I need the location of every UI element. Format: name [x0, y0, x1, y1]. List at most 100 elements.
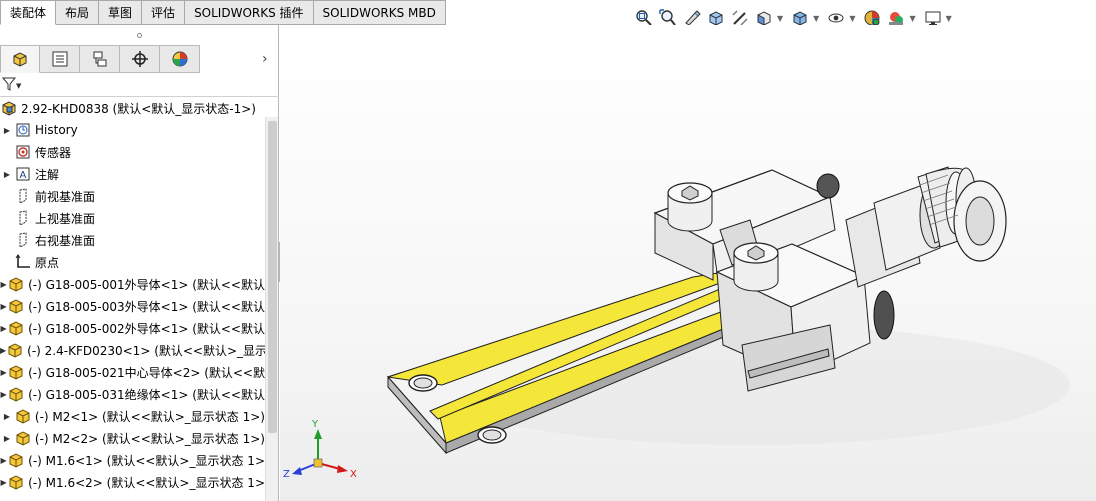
chevron-down-icon[interactable]: ▼	[946, 14, 952, 23]
tree-item[interactable]: ▶ (-) G18-005-021中心导体<2> (默认<<默	[0, 361, 265, 383]
tree-item[interactable]: 传感器	[0, 141, 265, 163]
tree-root[interactable]: 2.92-KHD0838 (默认<默认_显示状态-1>)	[0, 98, 265, 119]
tree-item-label: (-) G18-005-002外导体<1> (默认<<默认	[28, 321, 265, 336]
origin-icon	[14, 253, 32, 271]
plane-icon	[14, 187, 32, 205]
tree-item[interactable]: 原点	[0, 251, 265, 273]
tree-item-label: 前视基准面	[35, 189, 96, 204]
svg-text:A: A	[20, 170, 27, 181]
tree-item[interactable]: ▶ (-) G18-005-002外导体<1> (默认<<默认	[0, 317, 265, 339]
expand-arrow-icon[interactable]: ▶	[0, 163, 14, 185]
chevron-down-icon[interactable]: ▼	[849, 14, 855, 23]
part-icon	[7, 297, 25, 315]
part-icon	[6, 341, 24, 359]
tree-item[interactable]: ▶ (-) 2.4-KFD0230<1> (默认<<默认>_显示	[0, 339, 265, 361]
expand-arrow-icon[interactable]: ▶	[0, 361, 7, 383]
featuremanager-panel: › ▼ 2.92-KHD0838 (默认<默认_显示状态-1>) ▶ Histor…	[0, 25, 279, 501]
tree-item[interactable]: ▶ (-) M2<2> (默认<<默认>_显示状态 1>)	[0, 427, 265, 449]
panel-grip[interactable]	[0, 25, 279, 45]
triad-z-label: Z	[283, 469, 290, 480]
propertymanager-tab[interactable]	[40, 45, 80, 73]
part-icon	[7, 473, 25, 491]
graphics-area[interactable]: Y X Z	[280, 25, 1096, 501]
tree-item-label: (-) G18-005-021中心导体<2> (默认<<默	[28, 365, 265, 380]
tree-item[interactable]: 上视基准面	[0, 207, 265, 229]
part-icon	[14, 407, 32, 425]
feature-tree: 2.92-KHD0838 (默认<默认_显示状态-1>) ▶ History 传感器…	[0, 98, 265, 501]
expand-arrow-icon[interactable]: ▶	[0, 449, 7, 471]
tree-scrollbar[interactable]	[265, 117, 278, 501]
tree-item-label: (-) 2.4-KFD0230<1> (默认<<默认>_显示	[27, 343, 265, 358]
annotation-icon: A	[14, 165, 32, 183]
part-icon	[7, 363, 25, 381]
displaymanager-tab[interactable]	[160, 45, 200, 73]
tree-item[interactable]: 前视基准面	[0, 185, 265, 207]
triad-x-label: X	[350, 469, 357, 480]
part-icon	[7, 451, 25, 469]
tree-item[interactable]: ▶ (-) G18-005-031绝缘体<1> (默认<<默认	[0, 383, 265, 405]
expand-arrow-icon[interactable]: ▶	[0, 383, 7, 405]
tree-item[interactable]: ▶ A 注解	[0, 163, 265, 185]
tree-item-label: 上视基准面	[35, 211, 96, 226]
tab-solidworks-mbd[interactable]: SOLIDWORKS MBD	[313, 0, 446, 25]
manager-tabs	[0, 45, 200, 73]
part-icon	[7, 319, 25, 337]
chevron-down-icon[interactable]: ▼	[813, 14, 819, 23]
tree-item[interactable]: ▶ (-) M2<1> (默认<<默认>_显示状态 1>)	[0, 405, 265, 427]
chevron-right-icon[interactable]: ›	[262, 51, 268, 67]
plane-icon	[14, 231, 32, 249]
tree-item-label: (-) M2<1> (默认<<默认>_显示状态 1>)	[34, 409, 265, 424]
tree-item-label: (-) M2<2> (默认<<默认>_显示状态 1>)	[34, 431, 265, 446]
sensor-icon	[14, 143, 32, 161]
tree-item-label: (-) G18-005-003外导体<1> (默认<<默认	[28, 299, 265, 314]
chevron-down-icon[interactable]: ▼	[16, 82, 21, 90]
scrollbar-thumb[interactable]	[268, 121, 277, 433]
tab-assembly[interactable]: 装配体	[0, 0, 57, 25]
tree-item[interactable]: ▶ (-) M1.6<2> (默认<<默认>_显示状态 1>	[0, 471, 265, 493]
chevron-down-icon[interactable]: ▼	[777, 14, 783, 23]
expand-arrow-icon[interactable]: ▶	[0, 405, 14, 427]
tree-item-label: (-) G18-005-031绝缘体<1> (默认<<默认	[28, 387, 265, 402]
chevron-down-icon[interactable]: ▼	[909, 14, 915, 23]
tab-layout[interactable]: 布局	[56, 0, 100, 25]
assembly-icon	[0, 99, 18, 117]
expand-arrow-icon[interactable]: ▶	[0, 427, 14, 449]
tree-item-label: History	[35, 123, 78, 137]
tree-item-label: (-) M1.6<2> (默认<<默认>_显示状态 1>	[28, 475, 265, 490]
expand-arrow-icon[interactable]: ▶	[0, 295, 7, 317]
tree-item-label: (-) M1.6<1> (默认<<默认>_显示状态 1>	[28, 453, 265, 468]
tree-item[interactable]: ▶ (-) M1.6<1> (默认<<默认>_显示状态 1>	[0, 449, 265, 471]
triad-y-label: Y	[311, 419, 319, 430]
tab-solidworks-addins[interactable]: SOLIDWORKS 插件	[185, 0, 314, 25]
orientation-triad: Y X Z	[283, 419, 357, 480]
expand-arrow-icon[interactable]: ▶	[0, 273, 7, 295]
part-icon	[7, 275, 25, 293]
tree-item-label: 注解	[35, 167, 60, 182]
tree-item-label: 右视基准面	[35, 233, 96, 248]
plane-icon	[14, 209, 32, 227]
dimxpertmanager-tab[interactable]	[120, 45, 160, 73]
tree-item[interactable]: ▶ (-) G18-005-003外导体<1> (默认<<默认	[0, 295, 265, 317]
featuremanager-tab[interactable]	[0, 45, 40, 73]
expand-arrow-icon[interactable]: ▶	[0, 317, 7, 339]
tree-item[interactable]: 右视基准面	[0, 229, 265, 251]
part-icon	[14, 429, 32, 447]
tree-item[interactable]: ▶ (-) G18-005-001外导体<1> (默认<<默认	[0, 273, 265, 295]
configurationmanager-tab[interactable]	[80, 45, 120, 73]
filter-row: ▼	[0, 75, 279, 97]
expand-arrow-icon[interactable]: ▶	[0, 471, 7, 493]
part-icon	[7, 385, 25, 403]
history-icon	[14, 121, 32, 139]
tree-item-label: 传感器	[35, 145, 72, 160]
tree-root-label: 2.92-KHD0838 (默认<默认_显示状态-1>)	[21, 101, 256, 116]
tree-item[interactable]: ▶ History	[0, 119, 265, 141]
tab-evaluate[interactable]: 评估	[142, 0, 186, 25]
expand-arrow-icon[interactable]: ▶	[0, 119, 14, 141]
command-manager-tabs: 装配体 布局 草图 评估 SOLIDWORKS 插件 SOLIDWORKS MB…	[0, 0, 450, 25]
tree-item-label: (-) G18-005-001外导体<1> (默认<<默认	[28, 277, 265, 292]
tab-sketch[interactable]: 草图	[99, 0, 143, 25]
tree-item-label: 原点	[35, 255, 60, 270]
